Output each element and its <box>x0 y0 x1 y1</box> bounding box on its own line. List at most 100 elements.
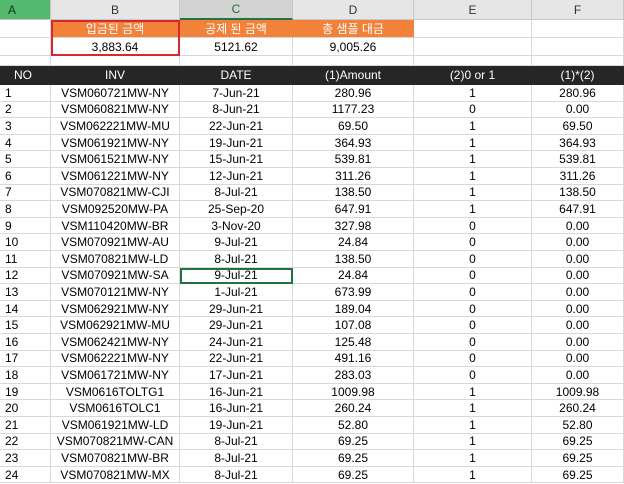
cell-date[interactable]: 22-Jun-21 <box>180 118 293 135</box>
cell-no[interactable]: 15 <box>0 317 51 334</box>
cell-date[interactable]: 16-Jun-21 <box>180 400 293 417</box>
cell-flag[interactable]: 1 <box>414 400 532 417</box>
cell-inv[interactable]: VSM060821MW-NY <box>51 101 180 119</box>
cell-amount[interactable]: 311.26 <box>293 168 414 185</box>
deposited-amount-value[interactable]: 3,883.64 <box>51 38 180 56</box>
cell-product[interactable]: 69.25 <box>532 466 624 484</box>
cell-inv[interactable]: VSM110420MW-BR <box>51 217 180 235</box>
cell-product[interactable]: 138.50 <box>532 184 624 202</box>
cell-flag[interactable]: 1 <box>414 383 532 401</box>
cell-amount[interactable]: 69.25 <box>293 433 414 451</box>
summary-cell-a2[interactable] <box>0 38 51 56</box>
cell-date[interactable]: 29-Jun-21 <box>180 300 293 318</box>
cell-flag[interactable]: 1 <box>414 450 532 467</box>
cell-inv[interactable]: VSM070821MW-LD <box>51 251 180 268</box>
cell-date[interactable]: 12-Jun-21 <box>180 168 293 185</box>
cell-no[interactable]: 4 <box>0 134 51 152</box>
cell-date[interactable]: 17-Jun-21 <box>180 367 293 384</box>
cell-no[interactable]: 1 <box>0 85 51 102</box>
cell-amount[interactable]: 280.96 <box>293 85 414 102</box>
cell-date[interactable]: 19-Jun-21 <box>180 134 293 152</box>
cell-flag[interactable]: 1 <box>414 151 532 168</box>
header-inv[interactable]: INV <box>51 66 180 85</box>
cell-flag[interactable]: 0 <box>414 101 532 119</box>
cell-inv[interactable]: VSM070921MW-SA <box>51 267 180 285</box>
total-sample-amount-value[interactable]: 9,005.26 <box>293 38 414 56</box>
summary-cell-f2[interactable] <box>532 38 624 56</box>
cell-amount[interactable]: 260.24 <box>293 400 414 417</box>
cell-no[interactable]: 8 <box>0 201 51 218</box>
cell-product[interactable]: 1009.98 <box>532 383 624 401</box>
cell-no[interactable]: 18 <box>0 367 51 384</box>
cell-inv[interactable]: VSM061721MW-NY <box>51 367 180 384</box>
cell-flag[interactable]: 0 <box>414 334 532 351</box>
cell-flag[interactable]: 1 <box>414 201 532 218</box>
cell-inv[interactable]: VSM061921MW-LD <box>51 417 180 434</box>
cell-inv[interactable]: VSM070821MW-CAN <box>51 433 180 451</box>
cell-amount[interactable]: 491.16 <box>293 350 414 368</box>
cell-date[interactable]: 8-Jul-21 <box>180 251 293 268</box>
cell-date[interactable]: 8-Jun-21 <box>180 101 293 119</box>
cell-flag[interactable]: 0 <box>414 234 532 251</box>
cell-product[interactable]: 0.00 <box>532 367 624 384</box>
cell-inv[interactable]: VSM070121MW-NY <box>51 284 180 301</box>
cell-flag[interactable]: 0 <box>414 350 532 368</box>
cell-no[interactable]: 21 <box>0 417 51 434</box>
cell-product[interactable]: 52.80 <box>532 417 624 434</box>
cell-no[interactable]: 19 <box>0 383 51 401</box>
cell-flag[interactable]: 0 <box>414 251 532 268</box>
cell-date[interactable]: 15-Jun-21 <box>180 151 293 168</box>
cell-no[interactable]: 7 <box>0 184 51 202</box>
cell-product[interactable]: 69.50 <box>532 118 624 135</box>
cell-no[interactable]: 20 <box>0 400 51 417</box>
cell-flag[interactable]: 0 <box>414 267 532 285</box>
cell-date[interactable]: 19-Jun-21 <box>180 417 293 434</box>
cell-date[interactable]: 25-Sep-20 <box>180 201 293 218</box>
cell-inv[interactable]: VSM092520MW-PA <box>51 201 180 218</box>
cell-no[interactable]: 23 <box>0 450 51 467</box>
cell-amount[interactable]: 24.84 <box>293 267 414 285</box>
cell-flag[interactable]: 0 <box>414 284 532 301</box>
cell-date[interactable]: 8-Jul-21 <box>180 433 293 451</box>
cell-amount[interactable]: 1177.23 <box>293 101 414 119</box>
cell-inv[interactable]: VSM061521MW-NY <box>51 151 180 168</box>
cell-flag[interactable]: 0 <box>414 217 532 235</box>
cell-flag[interactable]: 1 <box>414 134 532 152</box>
cell-no[interactable]: 5 <box>0 151 51 168</box>
header-no[interactable]: NO <box>0 66 51 85</box>
cell-flag[interactable]: 0 <box>414 367 532 384</box>
cell-inv[interactable]: VSM070821MW-MX <box>51 466 180 484</box>
cell-product[interactable]: 0.00 <box>532 300 624 318</box>
cell-amount[interactable]: 189.04 <box>293 300 414 318</box>
cell-inv[interactable]: VSM070821MW-BR <box>51 450 180 467</box>
summary-cell-a[interactable] <box>0 20 51 38</box>
cell-amount[interactable]: 327.98 <box>293 217 414 235</box>
cell-product[interactable]: 364.93 <box>532 134 624 152</box>
cell-flag[interactable]: 1 <box>414 433 532 451</box>
header-amount[interactable]: (1)Amount <box>293 66 414 85</box>
column-header-b[interactable]: B <box>51 0 180 20</box>
cell-product[interactable]: 0.00 <box>532 350 624 368</box>
cell-amount[interactable]: 647.91 <box>293 201 414 218</box>
cell-product[interactable]: 0.00 <box>532 317 624 334</box>
cell-inv[interactable]: VSM060721MW-NY <box>51 85 180 102</box>
cell-flag[interactable]: 0 <box>414 317 532 334</box>
cell-amount[interactable]: 539.81 <box>293 151 414 168</box>
cell-inv[interactable]: VSM062421MW-NY <box>51 334 180 351</box>
cell-date[interactable]: 9-Jul-21 <box>180 267 293 285</box>
cell-amount[interactable]: 138.50 <box>293 251 414 268</box>
cell-date[interactable]: 8-Jul-21 <box>180 450 293 467</box>
header-zero-or-one[interactable]: (2)0 or 1 <box>414 66 532 85</box>
cell-amount[interactable]: 125.48 <box>293 334 414 351</box>
cell-date[interactable]: 22-Jun-21 <box>180 350 293 368</box>
cell-no[interactable]: 24 <box>0 466 51 484</box>
column-header-f[interactable]: F <box>532 0 624 20</box>
cell-product[interactable]: 0.00 <box>532 251 624 268</box>
column-header-e[interactable]: E <box>414 0 532 20</box>
cell-amount[interactable]: 52.80 <box>293 417 414 434</box>
deducted-amount-label[interactable]: 공제 된 금액 <box>180 20 293 38</box>
cell-amount[interactable]: 69.25 <box>293 466 414 484</box>
deposited-amount-label[interactable]: 입금된 금액 <box>51 20 180 38</box>
cell-product[interactable]: 0.00 <box>532 234 624 251</box>
cell-flag[interactable]: 1 <box>414 118 532 135</box>
